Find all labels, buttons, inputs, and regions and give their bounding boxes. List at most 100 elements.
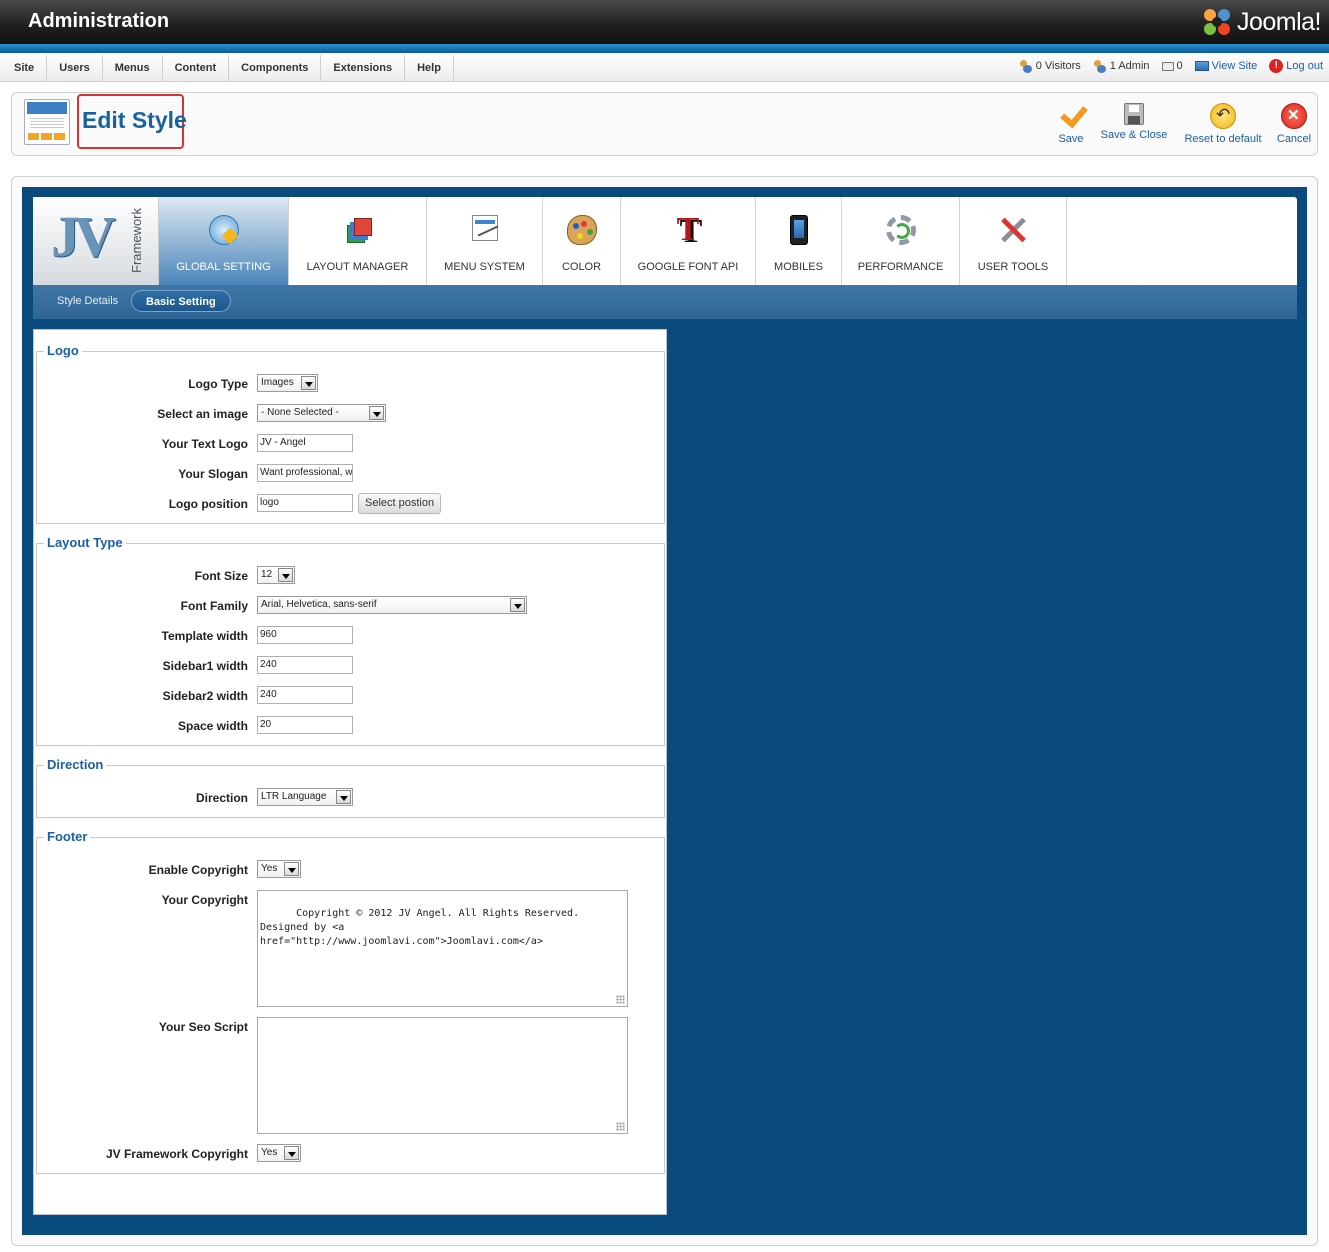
save-label: Save bbox=[1058, 133, 1084, 145]
basic-setting-form: Logo Logo Type Images Select an image - … bbox=[33, 329, 667, 1215]
joomla-brand[interactable]: Joomla! bbox=[1201, 6, 1322, 38]
logo-type-select[interactable]: Images bbox=[257, 374, 318, 392]
floppy-disk-icon bbox=[1124, 103, 1144, 125]
mobile-phone-icon bbox=[789, 215, 808, 245]
jv-logo-letters: JV bbox=[51, 204, 116, 269]
view-site-link[interactable]: View Site bbox=[1194, 60, 1258, 72]
reset-arrow-icon bbox=[1210, 103, 1236, 129]
tab-performance[interactable]: PERFORMANCE bbox=[842, 197, 960, 285]
enable-copyright-label: Enable Copyright bbox=[148, 863, 248, 877]
subtab-basic-setting[interactable]: Basic Setting bbox=[131, 290, 231, 312]
save-close-label: Save & Close bbox=[1100, 129, 1168, 141]
tab-google-font-api[interactable]: T GOOGLE FONT API bbox=[621, 197, 756, 285]
template-width-row: Template width 960 bbox=[37, 625, 664, 647]
tab-layout-manager[interactable]: LAYOUT MANAGER bbox=[289, 197, 427, 285]
direction-row: Direction LTR Language bbox=[37, 787, 664, 809]
enable-copyright-select[interactable]: Yes bbox=[257, 860, 301, 878]
menu-item-menus[interactable]: Menus bbox=[103, 55, 163, 81]
tab-user-tools[interactable]: USER TOOLS bbox=[960, 197, 1067, 285]
seo-script-label: Your Seo Script bbox=[158, 1020, 248, 1034]
menu-item-extensions[interactable]: Extensions bbox=[321, 55, 406, 81]
subtab-style-details[interactable]: Style Details bbox=[43, 290, 132, 312]
chevron-down-icon bbox=[284, 862, 299, 876]
copyright-text: Copyright © 2012 JV Angel. All Rights Re… bbox=[260, 908, 580, 947]
view-site-label: View Site bbox=[1211, 60, 1258, 72]
footer-fieldset: Footer Enable Copyright Yes Your Copyrig… bbox=[36, 829, 665, 1174]
select-image-dropdown[interactable]: - None Selected - bbox=[257, 404, 386, 422]
cancel-button[interactable]: Cancel bbox=[1274, 103, 1314, 145]
tab-mobiles-label: MOBILES bbox=[774, 261, 823, 273]
font-family-label: Font Family bbox=[180, 599, 248, 613]
save-button[interactable]: Save bbox=[1052, 103, 1090, 145]
menu-item-users[interactable]: Users bbox=[47, 55, 103, 81]
menu-item-site[interactable]: Site bbox=[2, 55, 48, 81]
space-width-input[interactable]: 20 bbox=[257, 716, 353, 734]
text-logo-label: Your Text Logo bbox=[161, 437, 248, 451]
tab-global-setting-label: GLOBAL SETTING bbox=[176, 261, 271, 273]
messages-count: 0 bbox=[1176, 60, 1183, 72]
reset-default-button[interactable]: Reset to default bbox=[1182, 103, 1264, 145]
logo-type-value: Images bbox=[261, 377, 294, 388]
chevron-down-icon bbox=[510, 598, 525, 612]
chevron-down-icon bbox=[301, 376, 316, 390]
toolbar-panel: Edit Style Save Save & Close Reset to de… bbox=[11, 92, 1318, 156]
direction-select[interactable]: LTR Language bbox=[257, 788, 353, 806]
font-size-label: Font Size bbox=[194, 569, 248, 583]
layout-type-legend: Layout Type bbox=[44, 535, 126, 550]
resize-grip-icon[interactable] bbox=[616, 1122, 625, 1131]
enable-copyright-row: Enable Copyright Yes bbox=[37, 859, 664, 881]
jv-copyright-value: Yes bbox=[261, 1147, 278, 1158]
logout-link[interactable]: ! Log out bbox=[1269, 59, 1323, 73]
copyright-textarea[interactable]: Copyright © 2012 JV Angel. All Rights Re… bbox=[257, 890, 628, 1007]
direction-legend: Direction bbox=[44, 757, 107, 772]
tab-menu-system[interactable]: MENU SYSTEM bbox=[427, 197, 543, 285]
logout-label: Log out bbox=[1286, 60, 1323, 72]
font-family-value: Arial, Helvetica, sans-serif bbox=[261, 599, 377, 610]
sidebar2-width-input[interactable]: 240 bbox=[257, 686, 353, 704]
direction-fieldset: Direction Direction LTR Language bbox=[36, 757, 665, 818]
font-size-value: 12 bbox=[261, 569, 273, 580]
view-site-icon bbox=[1194, 61, 1209, 71]
jv-copyright-select[interactable]: Yes bbox=[257, 1144, 301, 1162]
sidebar1-width-input[interactable]: 240 bbox=[257, 656, 353, 674]
copyright-label: Your Copyright bbox=[161, 893, 248, 907]
admins-status: 1 Admin bbox=[1093, 59, 1150, 73]
tab-performance-label: PERFORMANCE bbox=[857, 261, 944, 273]
menu-item-help[interactable]: Help bbox=[405, 55, 454, 81]
direction-label: Direction bbox=[195, 791, 248, 805]
gear-icon bbox=[885, 215, 916, 245]
logo-type-label: Logo Type bbox=[188, 377, 248, 391]
slogan-input[interactable]: Want professional, w bbox=[257, 464, 353, 482]
font-size-select[interactable]: 12 bbox=[257, 566, 295, 584]
font-family-select[interactable]: Arial, Helvetica, sans-serif bbox=[257, 596, 527, 614]
tab-mobiles[interactable]: MOBILES bbox=[756, 197, 842, 285]
template-width-input[interactable]: 960 bbox=[257, 626, 353, 644]
logo-position-label: Logo position bbox=[168, 497, 248, 511]
text-logo-input[interactable]: JV - Angel bbox=[257, 434, 353, 452]
messages-status[interactable]: 0 bbox=[1161, 60, 1183, 72]
tab-google-font-label: GOOGLE FONT API bbox=[637, 261, 739, 273]
text-logo-row: Your Text Logo JV - Angel bbox=[37, 433, 664, 455]
resize-grip-icon[interactable] bbox=[616, 995, 625, 1004]
visitors-icon bbox=[1019, 59, 1033, 73]
jv-copyright-label: JV Framework Copyright bbox=[105, 1147, 248, 1161]
direction-value: LTR Language bbox=[261, 791, 327, 802]
select-position-button[interactable]: Select postion bbox=[358, 493, 442, 514]
font-family-row: Font Family Arial, Helvetica, sans-serif bbox=[37, 595, 664, 617]
save-close-button[interactable]: Save & Close bbox=[1099, 103, 1169, 141]
logo-position-input[interactable]: logo bbox=[257, 494, 353, 512]
slogan-label: Your Slogan bbox=[178, 467, 248, 481]
menu-item-components[interactable]: Components bbox=[229, 55, 322, 81]
tab-color[interactable]: COLOR bbox=[543, 197, 621, 285]
space-width-label: Space width bbox=[177, 719, 248, 733]
page-title: Edit Style bbox=[82, 107, 187, 133]
menu-item-content[interactable]: Content bbox=[163, 55, 230, 81]
sidebar2-width-label: Sidebar2 width bbox=[162, 689, 248, 703]
page-icon-lines bbox=[30, 118, 64, 130]
enable-copyright-value: Yes bbox=[261, 863, 278, 874]
tab-global-setting[interactable]: GLOBAL SETTING bbox=[159, 197, 289, 285]
tab-menu-system-label: MENU SYSTEM bbox=[444, 261, 525, 273]
global-setting-icon bbox=[208, 215, 239, 245]
seo-script-textarea[interactable] bbox=[257, 1017, 628, 1134]
logout-icon: ! bbox=[1269, 59, 1284, 73]
